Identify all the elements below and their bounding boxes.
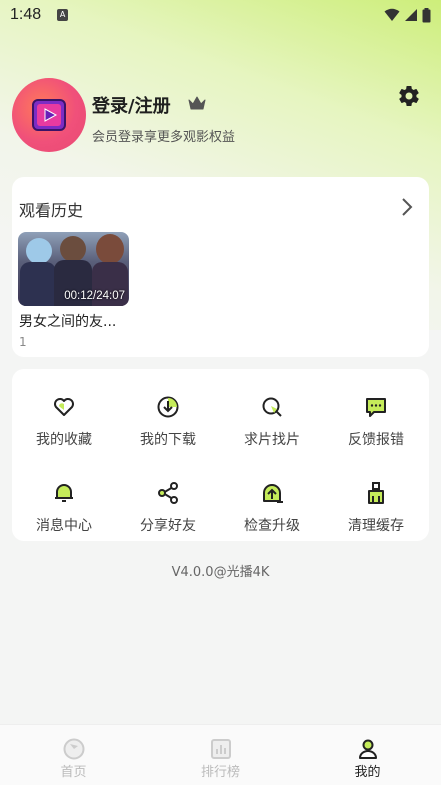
status-icons [384,7,431,23]
battery-icon [422,7,431,22]
upgrade-icon [263,484,283,503]
history-title: 观看历史 [19,201,84,220]
function-menu-card: 我的收藏 我的下载 求片找片 反馈报错 消息中心 分享好友 检查升级 清理缓存 [12,369,429,541]
profile-subtitle: 会员登录享更多观影权益 [92,130,236,145]
menu-item-request-film[interactable]: 求片找片 [220,377,324,457]
download-icon [157,396,179,418]
profile-header: 登录/注册 会员登录享更多观影权益 [12,78,432,154]
menu-item-upgrade[interactable]: 检查升级 [220,463,324,543]
login-register-link[interactable]: 登录/注册 [92,92,171,118]
menu-item-clear-cache[interactable]: 清理缓存 [324,463,428,543]
app-version: V4.0.0@光播4K [171,565,270,580]
watch-history-card: 观看历史 00:12/24:07 男女之间的友... 1 [12,177,429,357]
chevron-right-icon[interactable] [401,197,413,217]
menu-item-favorites[interactable]: 我的收藏 [12,377,116,457]
tab-ranking[interactable]: 排行榜 [147,725,294,785]
settings-gear-icon[interactable] [397,84,421,108]
bell-icon [55,484,73,502]
wifi-icon [384,8,400,21]
video-progress: 00:12/24:07 [64,290,125,302]
menu-label: 反馈报错 [348,432,404,448]
avatar[interactable] [12,78,86,152]
app-logo-icon [32,99,66,131]
tab-mine[interactable]: 我的 [294,725,441,785]
video-title[interactable]: 男女之间的友... [19,311,116,331]
menu-item-messages[interactable]: 消息中心 [12,463,116,543]
menu-item-share[interactable]: 分享好友 [116,463,220,543]
home-icon [63,738,85,760]
ranking-icon [211,739,231,759]
heart-icon [54,398,74,416]
menu-label: 清理缓存 [348,518,404,534]
menu-label: 我的下载 [140,432,196,448]
video-thumbnail[interactable]: 00:12/24:07 [18,232,129,306]
search-film-icon [262,397,282,417]
menu-label: 消息中心 [36,518,92,534]
clean-icon [368,482,384,504]
status-bar: 1:48 A [0,0,441,30]
tab-home[interactable]: 首页 [0,725,147,785]
menu-item-downloads[interactable]: 我的下载 [116,377,220,457]
status-time: 1:48 [10,6,42,23]
menu-label: 求片找片 [244,432,300,448]
tab-label: 我的 [354,765,381,780]
menu-label: 我的收藏 [36,432,92,448]
signal-icon [405,9,417,21]
bottom-tab-bar: 首页 排行榜 我的 [0,724,441,785]
menu-label: 分享好友 [140,518,196,534]
share-icon [158,482,178,504]
menu-item-feedback[interactable]: 反馈报错 [324,377,428,457]
crown-icon [188,96,206,110]
feedback-icon [366,398,386,417]
menu-label: 检查升级 [244,518,300,534]
tab-label: 首页 [60,765,87,780]
tab-label: 排行榜 [200,765,240,780]
profile-icon [359,739,377,759]
video-episode: 1 [19,335,27,349]
notification-a-icon: A [57,9,69,21]
